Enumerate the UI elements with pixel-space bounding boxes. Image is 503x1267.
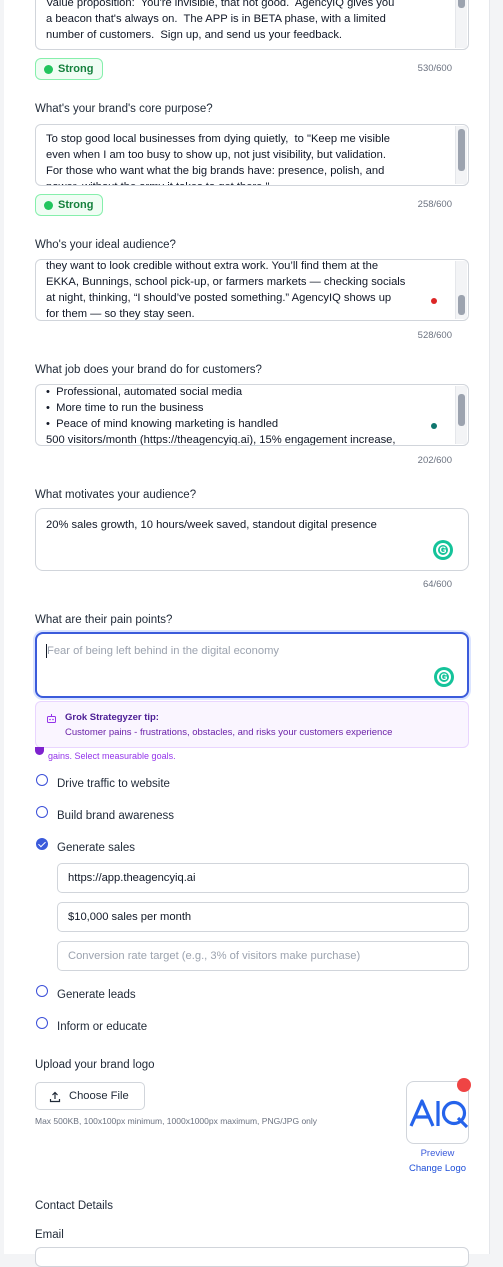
form-card: Value proposition: You're invisible, tha… <box>4 0 490 1267</box>
ideal-audience-textarea[interactable]: they want to look credible without extra… <box>35 259 469 321</box>
contact-details-heading: Contact Details <box>35 1200 113 1212</box>
pain-points-placeholder: Fear of being left behind in the digital… <box>47 645 279 657</box>
goal-label-traffic[interactable]: Drive traffic to website <box>57 778 170 790</box>
ideal-audience-scrollbar[interactable] <box>455 261 467 319</box>
motivations-label: What motivates your audience? <box>35 489 197 501</box>
goal-label-sales[interactable]: Generate sales <box>57 842 135 854</box>
red-status-dot-icon <box>431 298 437 304</box>
strategyzer-tip: Grok Strategyzer tip: Customer pains - f… <box>35 701 469 748</box>
change-logo-link[interactable]: Change Logo <box>400 1163 475 1174</box>
brand-job-textarea[interactable]: • Professional, automated social media •… <box>35 384 469 446</box>
brand-job-scrollbar[interactable] <box>455 386 467 444</box>
ideal-audience-text: they want to look credible without extra… <box>46 260 406 320</box>
status-dot-icon <box>44 65 53 74</box>
pain-points-textarea[interactable]: Fear of being left behind in the digital… <box>35 632 469 698</box>
pain-points-label: What are their pain points? <box>35 614 173 626</box>
website-url-input[interactable]: https://app.theagencyiq.ai <box>57 863 469 893</box>
value-proposition-textarea[interactable]: Value proposition: You're invisible, tha… <box>35 0 469 50</box>
char-count: 202/600 <box>417 455 452 466</box>
ideal-audience-label: Who's your ideal audience? <box>35 239 176 251</box>
remove-logo-icon[interactable] <box>457 1078 471 1092</box>
logo-preview-caption: Preview <box>420 1148 455 1159</box>
email-input[interactable] <box>35 1247 469 1267</box>
brand-job-text: • Professional, automated social media •… <box>46 386 396 446</box>
goal-label-awareness[interactable]: Build brand awareness <box>57 810 174 822</box>
email-label: Email <box>35 1229 64 1241</box>
char-count: 64/600 <box>422 579 452 590</box>
page-scroll-track <box>490 0 503 1254</box>
goal-radio-educate[interactable] <box>36 1017 48 1029</box>
goal-checkbox-sales[interactable] <box>36 838 48 850</box>
strength-badge: Strong <box>35 194 103 216</box>
tip-title: Grok Strategyzer tip: <box>65 712 159 723</box>
sales-target-input[interactable]: $10,000 sales per month <box>57 902 469 932</box>
core-purpose-text: To stop good local businesses from dying… <box>46 133 390 185</box>
brand-job-label: What job does your brand do for customer… <box>35 364 262 376</box>
value-proposition-text: Value proposition: You're invisible, tha… <box>46 0 395 41</box>
char-count: 528/600 <box>417 330 452 341</box>
value-proposition-scrollbar[interactable] <box>455 0 467 48</box>
core-purpose-label: What's your brand's core purpose? <box>35 103 213 115</box>
green-status-dot-icon <box>431 423 437 429</box>
goal-label-leads[interactable]: Generate leads <box>57 989 136 1001</box>
char-count: 258/600 <box>417 199 452 210</box>
choose-file-button[interactable]: Choose File <box>35 1082 145 1110</box>
goal-radio-traffic[interactable] <box>36 774 48 786</box>
agencyiq-logo <box>409 1099 469 1129</box>
conversion-rate-input[interactable]: Conversion rate target (e.g., 3% of visi… <box>57 941 469 971</box>
partial-radio-icon <box>35 747 44 755</box>
tip-body: Customer pains - frustrations, obstacles… <box>65 727 393 738</box>
obscured-tip-text: gains. Select measurable goals. <box>48 751 176 761</box>
logo-upload-hint: Max 500KB, 100x100px minimum, 1000x1000p… <box>35 1116 318 1126</box>
goal-radio-awareness[interactable] <box>36 806 48 818</box>
grammarly-icon[interactable]: G <box>433 540 453 560</box>
char-count: 530/600 <box>417 63 452 74</box>
motivations-text: 20% sales growth, 10 hours/week saved, s… <box>46 519 377 531</box>
goal-radio-leads[interactable] <box>36 985 48 997</box>
logo-preview <box>406 1078 471 1144</box>
strength-badge: Strong <box>35 58 103 80</box>
core-purpose-scrollbar[interactable] <box>455 126 467 184</box>
status-dot-icon <box>44 201 53 210</box>
logo-upload-label: Upload your brand logo <box>35 1059 155 1071</box>
core-purpose-textarea[interactable]: To stop good local businesses from dying… <box>35 124 469 186</box>
robot-icon <box>47 714 56 723</box>
grammarly-icon[interactable]: G <box>434 667 454 687</box>
goal-label-educate[interactable]: Inform or educate <box>57 1021 147 1033</box>
motivations-textarea[interactable]: 20% sales growth, 10 hours/week saved, s… <box>35 508 469 571</box>
upload-icon <box>49 1091 61 1103</box>
